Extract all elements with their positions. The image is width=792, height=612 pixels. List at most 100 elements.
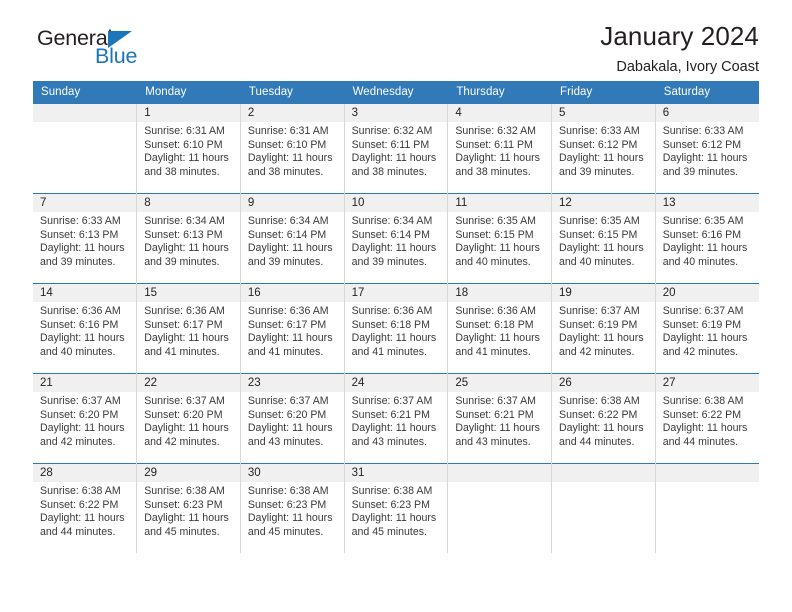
day-cell[interactable]: 23 Sunrise: 6:37 AM Sunset: 6:20 PM Dayligh… [240,373,345,464]
day-cell[interactable]: 15 Sunrise: 6:36 AM Sunset: 6:17 PM Dayligh… [136,283,241,374]
sunset-text: Sunset: 6:12 PM [662,138,742,151]
day-cell[interactable]: 24 Sunrise: 6:37 AM Sunset: 6:21 PM Dayligh… [344,373,449,464]
sunrise-text: Sunrise: 6:32 AM [351,125,433,137]
sunrise-text: Sunrise: 6:37 AM [455,395,536,407]
day-cell[interactable]: 10 Sunrise: 6:34 AM Sunset: 6:14 PM Dayligh… [344,193,449,284]
sunset-text: Sunset: 6:18 PM [455,318,534,331]
day-cell-empty [33,103,138,194]
sunset-text: Sunset: 6:17 PM [247,318,327,331]
daylight-text-cont: and 39 minutes. [351,255,427,268]
day-cell[interactable]: 7 Sunrise: 6:33 AM Sunset: 6:13 PM Daylight… [33,193,138,284]
day-cell[interactable]: 1 Sunrise: 6:31 AM Sunset: 6:10 PM Daylight… [136,103,241,194]
daylight-text-cont: and 38 minutes. [455,165,531,178]
day-details: Sunrise: 6:35 AM Sunset: 6:16 PM Daylight:… [656,212,759,269]
day-cell[interactable]: 25 Sunrise: 6:37 AM Sunset: 6:21 PM Dayligh… [447,373,553,464]
day-cell[interactable]: 11 Sunrise: 6:35 AM Sunset: 6:15 PM Dayligh… [447,193,553,284]
sunrise-text: Sunrise: 6:38 AM [247,485,329,497]
daylight-text: Daylight: 11 hours [351,242,437,255]
sunrise-text: Sunrise: 6:35 AM [455,215,536,227]
day-number: 5 [552,104,655,122]
day-cell[interactable]: 19 Sunrise: 6:37 AM Sunset: 6:19 PM Dayligh… [551,283,656,374]
daylight-text-cont: and 41 minutes. [247,345,324,358]
sunset-text: Sunset: 6:20 PM [144,408,223,421]
sunset-text: Sunset: 6:20 PM [247,408,327,421]
day-details: Sunrise: 6:38 AM Sunset: 6:22 PM Daylight:… [33,482,136,539]
daylight-text-cont: and 38 minutes. [351,165,427,178]
sunrise-text: Sunrise: 6:38 AM [40,485,121,497]
day-cell-empty [551,463,656,553]
day-cell[interactable]: 5 Sunrise: 6:33 AM Sunset: 6:12 PM Daylight… [551,103,656,194]
day-number: 10 [344,194,448,212]
day-cell[interactable]: 20 Sunrise: 6:37 AM Sunset: 6:19 PM Dayligh… [655,283,759,374]
sunrise-text: Sunrise: 6:34 AM [247,215,329,227]
daylight-text: Daylight: 11 hours [40,512,125,525]
day-cell[interactable]: 29 Sunrise: 6:38 AM Sunset: 6:23 PM Dayligh… [136,463,241,553]
day-cell[interactable]: 26 Sunrise: 6:38 AM Sunset: 6:22 PM Dayligh… [551,373,656,464]
day-details: Sunrise: 6:31 AM Sunset: 6:10 PM Daylight:… [241,122,344,179]
daylight-text: Daylight: 11 hours [247,332,333,345]
day-cell[interactable]: 30 Sunrise: 6:38 AM Sunset: 6:23 PM Dayligh… [240,463,345,553]
sunrise-text: Sunrise: 6:36 AM [40,305,121,317]
day-cell[interactable]: 9 Sunrise: 6:34 AM Sunset: 6:14 PM Daylight… [240,193,345,284]
day-cell[interactable]: 2 Sunrise: 6:31 AM Sunset: 6:10 PM Daylight… [240,103,345,194]
day-cell[interactable]: 21 Sunrise: 6:37 AM Sunset: 6:20 PM Dayligh… [33,373,138,464]
sunset-text: Sunset: 6:11 PM [455,138,533,151]
day-cell[interactable]: 3 Sunrise: 6:32 AM Sunset: 6:11 PM Daylight… [344,103,449,194]
day-number: 17 [344,284,448,302]
day-cell[interactable]: 4 Sunrise: 6:32 AM Sunset: 6:11 PM Daylight… [447,103,553,194]
day-cell[interactable]: 14 Sunrise: 6:36 AM Sunset: 6:16 PM Dayligh… [33,283,138,374]
day-number [33,104,137,122]
day-details: Sunrise: 6:35 AM Sunset: 6:15 PM Daylight:… [552,212,655,269]
week-row: 1 Sunrise: 6:31 AM Sunset: 6:10 PM Daylight… [33,103,759,194]
calendar-header-row: Sunday Monday Tuesday Wednesday Thursday Frid… [33,81,760,104]
day-cell[interactable]: 12 Sunrise: 6:35 AM Sunset: 6:15 PM Dayligh… [551,193,656,284]
week-row: 7 Sunrise: 6:33 AM Sunset: 6:13 PM Daylight… [33,193,759,284]
sunset-text: Sunset: 6:22 PM [40,498,119,511]
day-number: 23 [240,374,344,392]
daylight-text-cont: and 42 minutes. [559,345,635,358]
weekday-header-monday: Monday [136,81,241,104]
sunset-text: Sunset: 6:23 PM [247,498,327,511]
sunrise-text: Sunrise: 6:38 AM [351,485,433,497]
sunrise-text: Sunrise: 6:31 AM [144,125,225,137]
daylight-text: Daylight: 11 hours [40,242,125,255]
daylight-text-cont: and 41 minutes. [351,345,427,358]
sunset-text: Sunset: 6:22 PM [662,408,742,421]
daylight-text-cont: and 45 minutes. [247,525,324,538]
day-number: 30 [240,464,344,482]
daylight-text-cont: and 40 minutes. [559,255,635,268]
day-cell[interactable]: 8 Sunrise: 6:34 AM Sunset: 6:13 PM Daylight… [136,193,241,284]
sunrise-text: Sunrise: 6:37 AM [351,395,433,407]
sunrise-text: Sunrise: 6:37 AM [144,395,225,407]
daylight-text: Daylight: 11 hours [351,512,437,525]
day-number: 12 [552,194,655,212]
day-cell[interactable]: 18 Sunrise: 6:36 AM Sunset: 6:18 PM Dayligh… [447,283,553,374]
day-cell[interactable]: 13 Sunrise: 6:35 AM Sunset: 6:16 PM Dayligh… [655,193,759,284]
sunrise-text: Sunrise: 6:32 AM [455,125,536,137]
day-details: Sunrise: 6:36 AM Sunset: 6:16 PM Daylight:… [33,302,136,359]
daylight-text-cont: and 41 minutes. [144,345,220,358]
day-cell[interactable]: 16 Sunrise: 6:36 AM Sunset: 6:17 PM Dayligh… [240,283,345,374]
daylight-text: Daylight: 11 hours [247,512,333,525]
day-cell[interactable]: 27 Sunrise: 6:38 AM Sunset: 6:22 PM Dayligh… [655,373,759,464]
day-number: 20 [655,284,759,302]
day-cell[interactable]: 6 Sunrise: 6:33 AM Sunset: 6:12 PM Daylight… [655,103,759,194]
week-row: 21 Sunrise: 6:37 AM Sunset: 6:20 PM Dayligh… [33,373,759,464]
daylight-text: Daylight: 11 hours [351,152,437,165]
day-cell[interactable]: 22 Sunrise: 6:37 AM Sunset: 6:20 PM Dayligh… [136,373,241,464]
day-cell[interactable]: 28 Sunrise: 6:38 AM Sunset: 6:22 PM Dayligh… [33,463,138,553]
day-cell[interactable]: 17 Sunrise: 6:36 AM Sunset: 6:18 PM Dayligh… [344,283,449,374]
day-details: Sunrise: 6:32 AM Sunset: 6:11 PM Daylight:… [448,122,551,179]
sunrise-text: Sunrise: 6:38 AM [559,395,640,407]
sunset-text: Sunset: 6:19 PM [559,318,638,331]
sunrise-text: Sunrise: 6:31 AM [247,125,329,137]
day-cell[interactable]: 31 Sunrise: 6:38 AM Sunset: 6:23 PM Dayligh… [344,463,449,553]
daylight-text: Daylight: 11 hours [144,422,229,435]
daylight-text: Daylight: 11 hours [247,152,333,165]
day-details: Sunrise: 6:34 AM Sunset: 6:14 PM Daylight:… [241,212,344,269]
sunset-text: Sunset: 6:13 PM [40,228,119,241]
day-details: Sunrise: 6:36 AM Sunset: 6:18 PM Daylight:… [448,302,551,359]
general-blue-logo[interactable]: General Blue [37,27,217,78]
daylight-text-cont: and 40 minutes. [662,255,739,268]
sunset-text: Sunset: 6:16 PM [662,228,742,241]
